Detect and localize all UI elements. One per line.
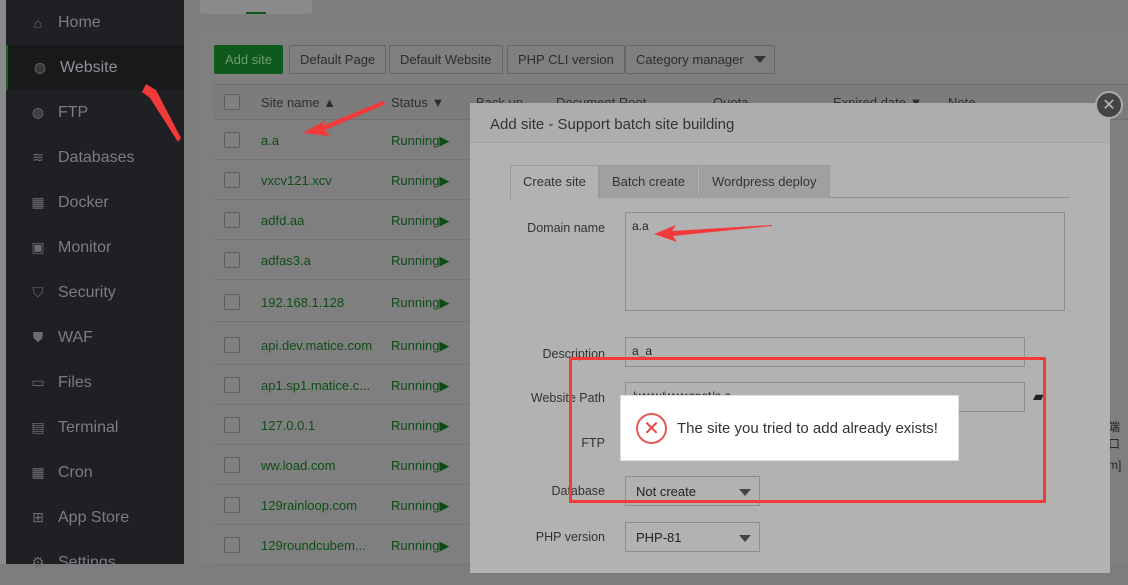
annotation-arrows	[142, 84, 772, 242]
arrow-annotation	[142, 84, 181, 142]
arrow-annotation	[654, 225, 772, 242]
arrow-annotation	[303, 101, 386, 136]
